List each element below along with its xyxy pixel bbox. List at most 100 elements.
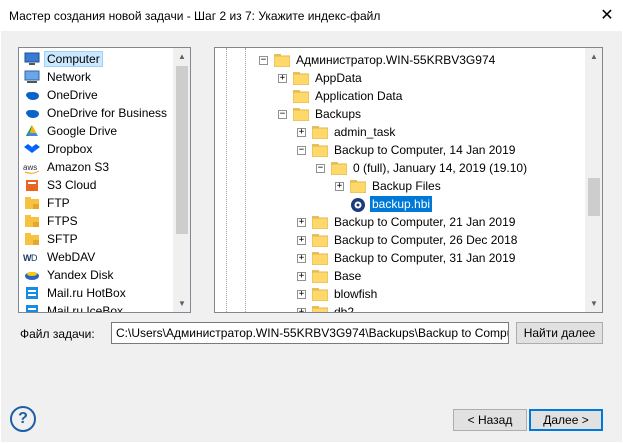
scrollbar-thumb[interactable]: [588, 178, 600, 216]
storage-item-sftp[interactable]: SFTP: [19, 230, 174, 248]
back-button[interactable]: < Назад: [453, 409, 527, 431]
folder-icon: [311, 287, 329, 302]
collapse-icon[interactable]: −: [259, 55, 268, 65]
tree-item-label: Администратор.WIN-55KRBV3G974: [296, 53, 496, 67]
collapse-icon[interactable]: −: [316, 163, 325, 173]
find-next-button[interactable]: Найти далее: [516, 322, 603, 344]
computer-icon: [23, 51, 41, 67]
google-drive-icon: [23, 123, 41, 139]
help-icon[interactable]: ?: [10, 406, 36, 432]
storage-item-computer[interactable]: Computer: [19, 50, 174, 68]
scroll-down-arrow-icon[interactable]: ▼: [174, 295, 190, 312]
window-title: Мастер создания новой задачи - Шаг 2 из …: [9, 9, 381, 23]
tree-item-label: AppData: [315, 71, 362, 85]
storage-item-label: Mail.ru IceBox: [47, 304, 124, 313]
storage-item-s3-cloud[interactable]: S3 Cloud: [19, 176, 174, 194]
svg-text:D: D: [31, 253, 38, 263]
storage-item-ftp[interactable]: FTP: [19, 194, 174, 212]
collapse-icon[interactable]: −: [278, 109, 287, 119]
expand-icon[interactable]: +: [297, 127, 306, 137]
tree-folder-item[interactable]: − 0 (full), January 14, 2019 (19.10): [316, 159, 529, 177]
folder-tree-panel[interactable]: − Администратор.WIN-55KRBV3G974 + AppData Ap…: [214, 47, 603, 313]
tree-folder-item[interactable]: + blowfish: [297, 285, 379, 303]
tree-item-label: Backup to Computer, 26 Dec 2018: [334, 233, 518, 247]
collapse-icon[interactable]: −: [297, 145, 306, 155]
storage-list-scrollbar[interactable]: ▲ ▼: [173, 48, 190, 312]
folder-icon: [292, 107, 310, 122]
tree-folder-item[interactable]: + Backup to Computer, 21 Jan 2019: [297, 213, 517, 231]
svg-text:aws: aws: [23, 163, 37, 172]
scroll-up-arrow-icon[interactable]: ▲: [174, 48, 190, 65]
expand-icon[interactable]: +: [297, 217, 306, 227]
storage-item-label: FTPS: [47, 214, 78, 228]
scroll-up-arrow-icon[interactable]: ▲: [586, 48, 602, 65]
tree-guide-line: [226, 48, 227, 312]
folder-icon: [311, 269, 329, 284]
storage-item-amazon-s3[interactable]: aws Amazon S3: [19, 158, 174, 176]
ftp-icon: [23, 195, 41, 211]
tree-folder-item[interactable]: − Администратор.WIN-55KRBV3G974: [259, 51, 497, 69]
tree-item-label: Backups: [315, 107, 362, 121]
tree-folder-item[interactable]: Application Data: [278, 87, 404, 105]
tree-folder-item[interactable]: + Backup to Computer, 31 Jan 2019: [297, 249, 517, 267]
folder-tree-scrollbar[interactable]: ▲ ▼: [585, 48, 602, 312]
s3-cloud-icon: [23, 177, 41, 193]
tree-folder-item[interactable]: + Base: [297, 267, 363, 285]
title-bar: Мастер создания новой задачи - Шаг 2 из …: [0, 0, 623, 31]
mailru-hotbox-icon: [23, 285, 41, 301]
storage-item-mail-ru-icebox[interactable]: Mail.ru IceBox: [19, 302, 174, 313]
storage-item-onedrive[interactable]: OneDrive: [19, 86, 174, 104]
tree-guide-line: [245, 48, 246, 312]
scrollbar-thumb[interactable]: [176, 66, 188, 234]
expand-icon[interactable]: +: [297, 271, 306, 281]
storage-item-onedrive-for-business[interactable]: OneDrive for Business: [19, 104, 174, 122]
yandex-disk-icon: [23, 267, 41, 283]
storage-item-label: Amazon S3: [47, 160, 110, 174]
expand-icon[interactable]: +: [278, 73, 287, 83]
folder-icon: [311, 125, 329, 140]
storage-list-panel[interactable]: Computer Network OneDrive OneDrive for Busi…: [18, 47, 191, 313]
storage-item-label: SFTP: [47, 232, 78, 246]
scroll-down-arrow-icon[interactable]: ▼: [586, 295, 602, 312]
network-icon: [23, 69, 41, 85]
tree-file-item[interactable]: backup.hbi: [335, 195, 433, 213]
tree-item-label: Base: [334, 269, 362, 283]
storage-item-label: FTP: [47, 196, 70, 210]
expand-icon[interactable]: +: [297, 289, 306, 299]
tree-item-label: backup.hbi: [370, 196, 433, 212]
webdav-icon: WD: [23, 249, 41, 265]
storage-item-dropbox[interactable]: Dropbox: [19, 140, 174, 158]
expand-icon[interactable]: +: [297, 307, 306, 312]
expand-icon[interactable]: +: [335, 181, 344, 191]
storage-item-label: Mail.ru HotBox: [47, 286, 126, 300]
tree-folder-item[interactable]: + Backup to Computer, 26 Dec 2018: [297, 231, 519, 249]
tree-item-label: blowfish: [334, 287, 378, 301]
tree-folder-item[interactable]: − Backup to Computer, 14 Jan 2019: [297, 141, 517, 159]
expand-icon[interactable]: +: [297, 235, 306, 245]
tree-folder-item[interactable]: + db2: [297, 303, 356, 313]
task-file-label: Файл задачи:: [20, 327, 95, 341]
tree-item-label: 0 (full), January 14, 2019 (19.10): [353, 161, 528, 175]
sftp-icon: [23, 231, 41, 247]
folder-icon: [311, 143, 329, 158]
storage-item-network[interactable]: Network: [19, 68, 174, 86]
close-button[interactable]: ✕: [591, 0, 623, 30]
storage-item-google-drive[interactable]: Google Drive: [19, 122, 174, 140]
storage-item-mail-ru-hotbox[interactable]: Mail.ru HotBox: [19, 284, 174, 302]
storage-item-yandex-disk[interactable]: Yandex Disk: [19, 266, 174, 284]
onedrive-business-icon: [23, 105, 41, 121]
tree-item-label: Backup Files: [372, 179, 441, 193]
tree-item-label: db2: [334, 305, 355, 313]
tree-folder-item[interactable]: + AppData: [278, 69, 364, 87]
folder-icon: [273, 53, 291, 68]
task-file-field[interactable]: C:\Users\Администратор.WIN-55KRBV3G974\B…: [111, 322, 509, 344]
storage-item-ftps[interactable]: FTPS: [19, 212, 174, 230]
folder-tree: − Администратор.WIN-55KRBV3G974 + AppData Ap…: [215, 48, 587, 312]
tree-folder-item[interactable]: + admin_task: [297, 123, 397, 141]
expand-icon[interactable]: +: [297, 253, 306, 263]
next-button[interactable]: Далее >: [529, 409, 603, 431]
tree-folder-item[interactable]: + Backup Files: [335, 177, 443, 195]
tree-folder-item[interactable]: − Backups: [278, 105, 363, 123]
storage-item-webdav[interactable]: W D WebDAV: [19, 248, 174, 266]
folder-icon: [311, 305, 329, 312]
